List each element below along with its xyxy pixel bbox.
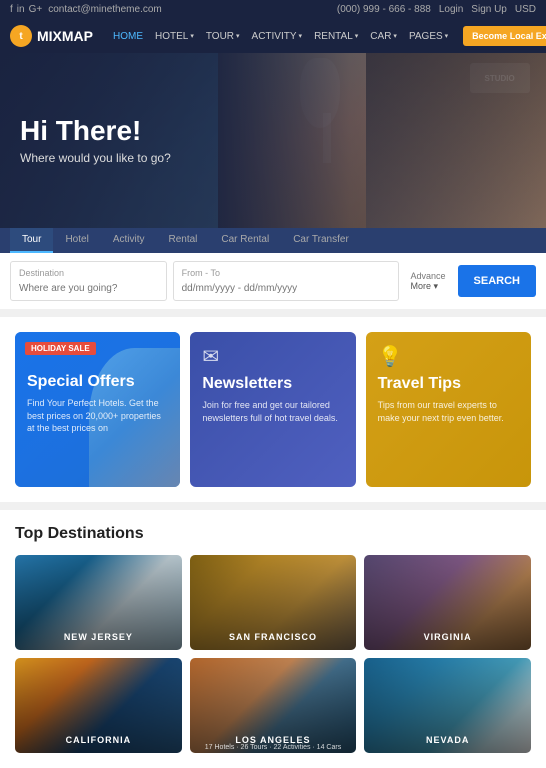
dest-los-angeles[interactable]: LOS ANGELES 17 Hotels · 26 Tours · 22 Ac…: [190, 658, 357, 753]
destination-label: Destination: [19, 268, 158, 278]
contact-email: contact@minetheme.com: [48, 4, 162, 15]
nav-hotel[interactable]: HOTEL ▾: [150, 27, 199, 46]
advance-more: More ▾: [411, 281, 446, 292]
nav-activity[interactable]: ACTIVITY ▾: [247, 27, 308, 46]
newsletters-title: Newsletters: [202, 374, 343, 393]
currency-selector[interactable]: USD: [515, 4, 536, 15]
hero-title: Hi There!: [20, 116, 171, 147]
advance-label: Advance: [411, 271, 446, 281]
advance-button[interactable]: Advance More ▾: [405, 265, 452, 298]
nevada-name: NEVADA: [364, 735, 531, 745]
destination-input[interactable]: [19, 283, 158, 294]
special-offers-desc: Find Your Perfect Hotels. Get the best p…: [27, 397, 168, 435]
login-link[interactable]: Login: [439, 4, 463, 15]
logo[interactable]: t MIXMAP: [10, 25, 93, 47]
dest-virginia[interactable]: VIRGINIA: [364, 555, 531, 650]
travel-tips-desc: Tips from our travel experts to make you…: [378, 399, 519, 424]
california-name: CALIFORNIA: [15, 735, 182, 745]
destinations-grid: NEW JERSEY SAN FRANCISCO VIRGINIA CALIFO…: [15, 555, 531, 753]
navbar: t MIXMAP HOME HOTEL ▾ TOUR ▾ ACTIVITY ▾ …: [0, 19, 546, 53]
destinations-section: Top Destinations NEW JERSEY SAN FRANCISC…: [0, 510, 546, 768]
linkedin-icon[interactable]: in: [17, 4, 25, 15]
destinations-title: Top Destinations: [15, 525, 531, 543]
search-tabs: Tour Hotel Activity Rental Car Rental Ca…: [0, 228, 546, 253]
signup-link[interactable]: Sign Up: [471, 4, 507, 15]
travel-tips-title: Travel Tips: [378, 374, 519, 393]
travel-tips-card[interactable]: 💡 Travel Tips Tips from our travel exper…: [366, 332, 531, 487]
special-offers-content: HOLIDAY SALE Special Offers Find Your Pe…: [15, 332, 180, 487]
tab-car-rental[interactable]: Car Rental: [209, 228, 281, 253]
cards-section: HOLIDAY SALE Special Offers Find Your Pe…: [0, 317, 546, 502]
divider-2: [0, 502, 546, 510]
tab-tour[interactable]: Tour: [10, 228, 53, 253]
brand-name: MIXMAP: [37, 28, 93, 44]
facebook-icon[interactable]: f: [10, 4, 13, 15]
tab-hotel[interactable]: Hotel: [53, 228, 100, 253]
destination-field: Destination: [10, 261, 167, 301]
los-angeles-meta: 17 Hotels · 26 Tours · 22 Activities · 1…: [190, 744, 357, 751]
tab-rental[interactable]: Rental: [156, 228, 209, 253]
google-plus-icon[interactable]: G+: [29, 4, 43, 15]
logo-icon: t: [10, 25, 32, 47]
dest-nevada[interactable]: NEVADA: [364, 658, 531, 753]
special-offers-card[interactable]: HOLIDAY SALE Special Offers Find Your Pe…: [15, 332, 180, 487]
new-jersey-name: NEW JERSEY: [15, 632, 182, 642]
hero-section: STUDIO Hi There! Where would you like to…: [0, 53, 546, 228]
special-offers-title: Special Offers: [27, 372, 168, 391]
newsletters-desc: Join for free and get our tailored newsl…: [202, 399, 343, 424]
top-bar: f in G+ contact@minetheme.com (000) 999 …: [0, 0, 546, 19]
nav-pages[interactable]: PAGES ▾: [404, 27, 453, 46]
top-bar-left: f in G+ contact@minetheme.com: [10, 4, 162, 15]
travel-tips-icon: 💡: [378, 344, 519, 369]
dest-california[interactable]: CALIFORNIA: [15, 658, 182, 753]
logo-letter: t: [19, 31, 22, 42]
divider-1: [0, 309, 546, 317]
top-bar-right: (000) 999 - 666 - 888 Login Sign Up USD: [337, 4, 536, 15]
nav-tour[interactable]: TOUR ▾: [201, 27, 245, 46]
nav-actions: Become Local Expert ⚲: [463, 26, 546, 46]
holiday-badge: HOLIDAY SALE: [25, 342, 96, 355]
become-expert-button[interactable]: Become Local Expert: [463, 26, 546, 46]
search-bar: Destination From - To Advance More ▾ SEA…: [0, 253, 546, 309]
phone-number: (000) 999 - 666 - 888: [337, 4, 431, 15]
hero-subtitle: Where would you like to go?: [20, 151, 171, 165]
date-field: From - To: [173, 261, 399, 301]
nav-home[interactable]: HOME: [108, 27, 148, 46]
dest-new-jersey[interactable]: NEW JERSEY: [15, 555, 182, 650]
nav-car[interactable]: CAR ▾: [365, 27, 402, 46]
search-section: Tour Hotel Activity Rental Car Rental Ca…: [0, 228, 546, 309]
cards-grid: HOLIDAY SALE Special Offers Find Your Pe…: [15, 332, 531, 487]
tab-activity[interactable]: Activity: [101, 228, 157, 253]
hero-content: Hi There! Where would you like to go?: [0, 116, 191, 165]
newsletters-icon: ✉: [202, 344, 343, 369]
date-input[interactable]: [182, 283, 390, 294]
newsletters-card[interactable]: ✉ Newsletters Join for free and get our …: [190, 332, 355, 487]
travel-tips-content: 💡 Travel Tips Tips from our travel exper…: [366, 332, 531, 487]
nav-links: HOME HOTEL ▾ TOUR ▾ ACTIVITY ▾ RENTAL ▾ …: [108, 27, 453, 46]
search-button[interactable]: SEARCH: [458, 265, 536, 297]
tab-car-transfer[interactable]: Car Transfer: [281, 228, 361, 253]
san-francisco-name: SAN FRANCISCO: [190, 632, 357, 642]
social-icons: f in G+: [10, 4, 42, 15]
dest-san-francisco[interactable]: SAN FRANCISCO: [190, 555, 357, 650]
nav-rental[interactable]: RENTAL ▾: [309, 27, 363, 46]
virginia-name: VIRGINIA: [364, 632, 531, 642]
newsletters-content: ✉ Newsletters Join for free and get our …: [190, 332, 355, 487]
date-label: From - To: [182, 268, 390, 278]
